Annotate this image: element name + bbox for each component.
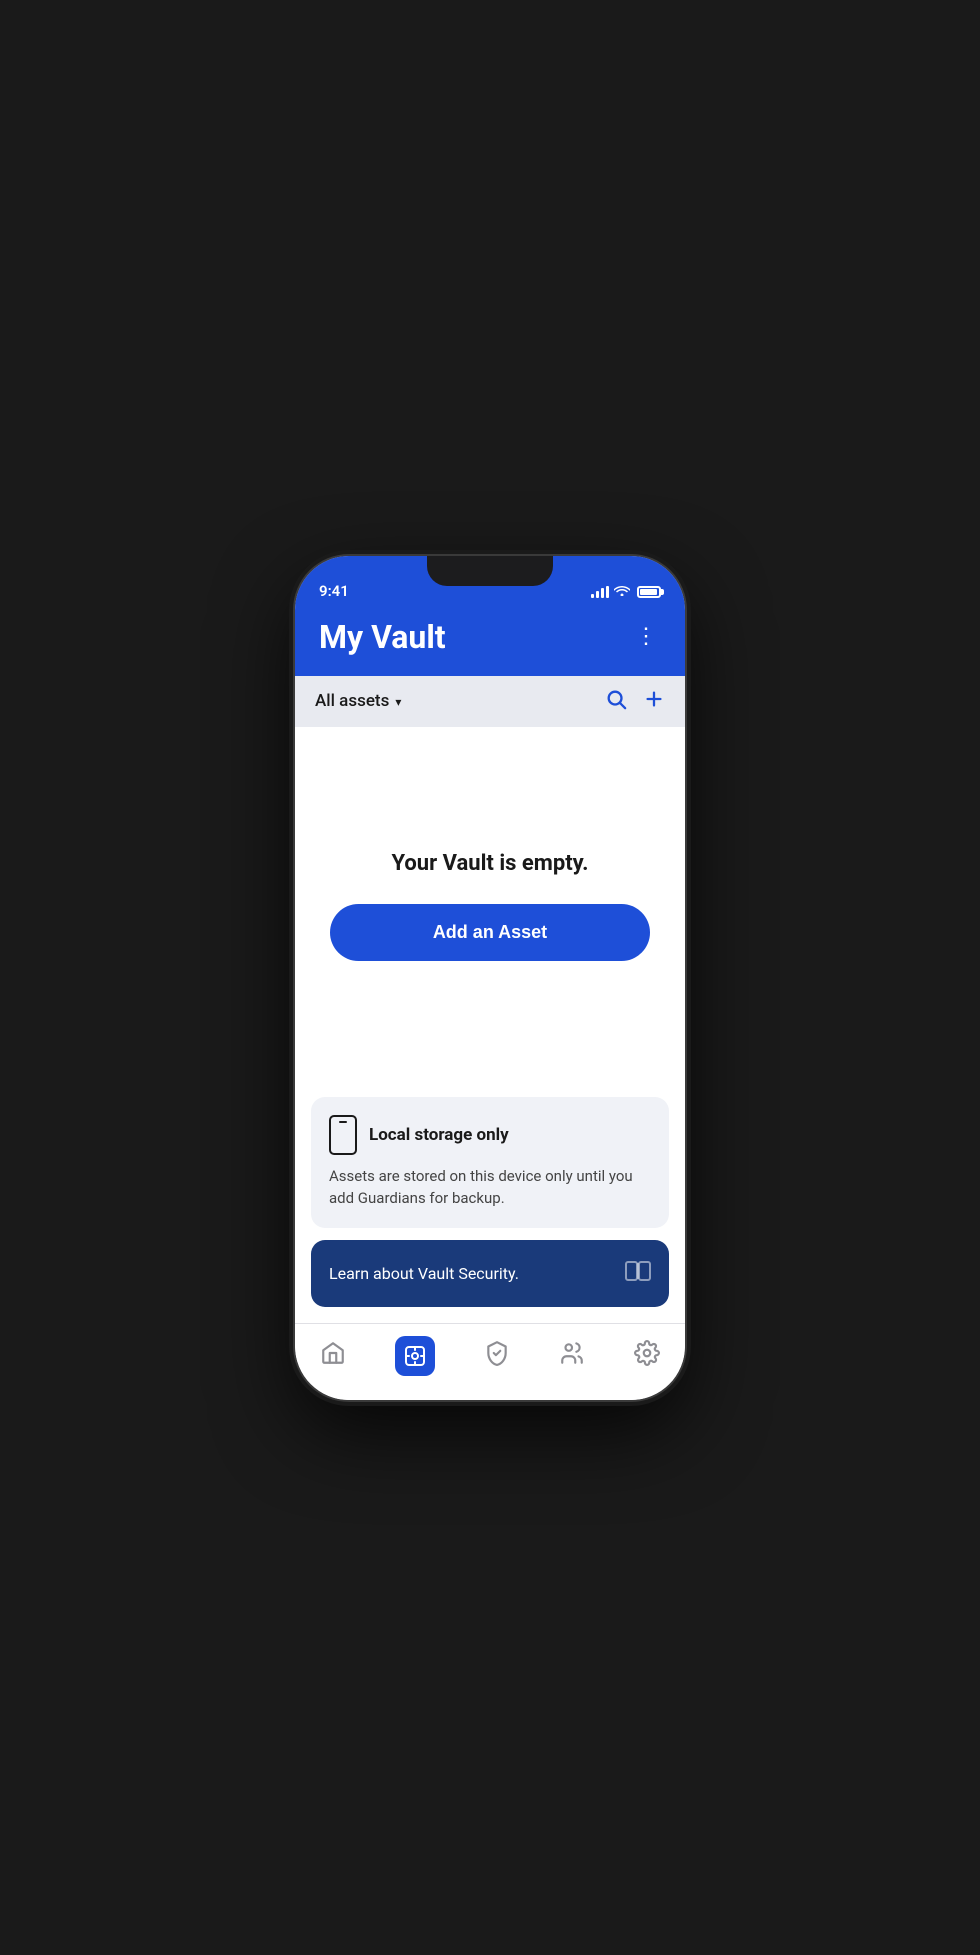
app-header: My Vault ⋮ — [295, 606, 685, 676]
local-storage-card-header: Local storage only — [329, 1115, 651, 1155]
nav-vault[interactable] — [383, 1332, 447, 1380]
nav-home[interactable] — [308, 1336, 358, 1376]
book-icon — [625, 1260, 651, 1287]
local-storage-body: Assets are stored on this device only un… — [329, 1165, 651, 1210]
filter-bar: All assets ▾ — [295, 676, 685, 727]
more-menu-button[interactable]: ⋮ — [631, 620, 661, 653]
phone-storage-icon — [329, 1115, 357, 1155]
status-time: 9:41 — [319, 582, 349, 600]
app-title: My Vault — [319, 618, 446, 656]
notch — [427, 556, 553, 586]
settings-icon — [634, 1340, 660, 1372]
content-area: Your Vault is empty. Add an Asset Local … — [295, 727, 685, 1323]
local-storage-title: Local storage only — [369, 1125, 509, 1145]
asset-filter-dropdown[interactable]: All assets ▾ — [315, 691, 401, 711]
bottom-navigation — [295, 1323, 685, 1400]
chevron-down-icon: ▾ — [395, 695, 401, 709]
status-icons — [591, 584, 661, 600]
vault-icon-box — [395, 1336, 435, 1376]
home-icon — [320, 1340, 346, 1372]
add-asset-button[interactable]: Add an Asset — [330, 904, 650, 961]
filter-label: All assets — [315, 691, 389, 711]
add-asset-icon-button[interactable] — [643, 688, 665, 715]
signal-icon — [591, 586, 609, 598]
learn-vault-security-card[interactable]: Learn about Vault Security. — [311, 1240, 669, 1307]
nav-settings[interactable] — [622, 1336, 672, 1376]
empty-state: Your Vault is empty. Add an Asset — [295, 727, 685, 1085]
search-button[interactable] — [605, 688, 627, 715]
battery-icon — [637, 586, 661, 598]
empty-state-title: Your Vault is empty. — [391, 851, 588, 876]
local-storage-card: Local storage only Assets are stored on … — [311, 1097, 669, 1228]
learn-card-label: Learn about Vault Security. — [329, 1264, 519, 1283]
filter-actions — [605, 688, 665, 715]
nav-people[interactable] — [547, 1336, 597, 1376]
phone-screen: 9:41 — [295, 556, 685, 1400]
phone-frame: 9:41 — [295, 556, 685, 1400]
wifi-icon — [614, 584, 630, 600]
nav-shield[interactable] — [472, 1336, 522, 1376]
shield-icon — [484, 1340, 510, 1372]
info-cards: Local storage only Assets are stored on … — [295, 1085, 685, 1323]
people-icon — [559, 1340, 585, 1372]
